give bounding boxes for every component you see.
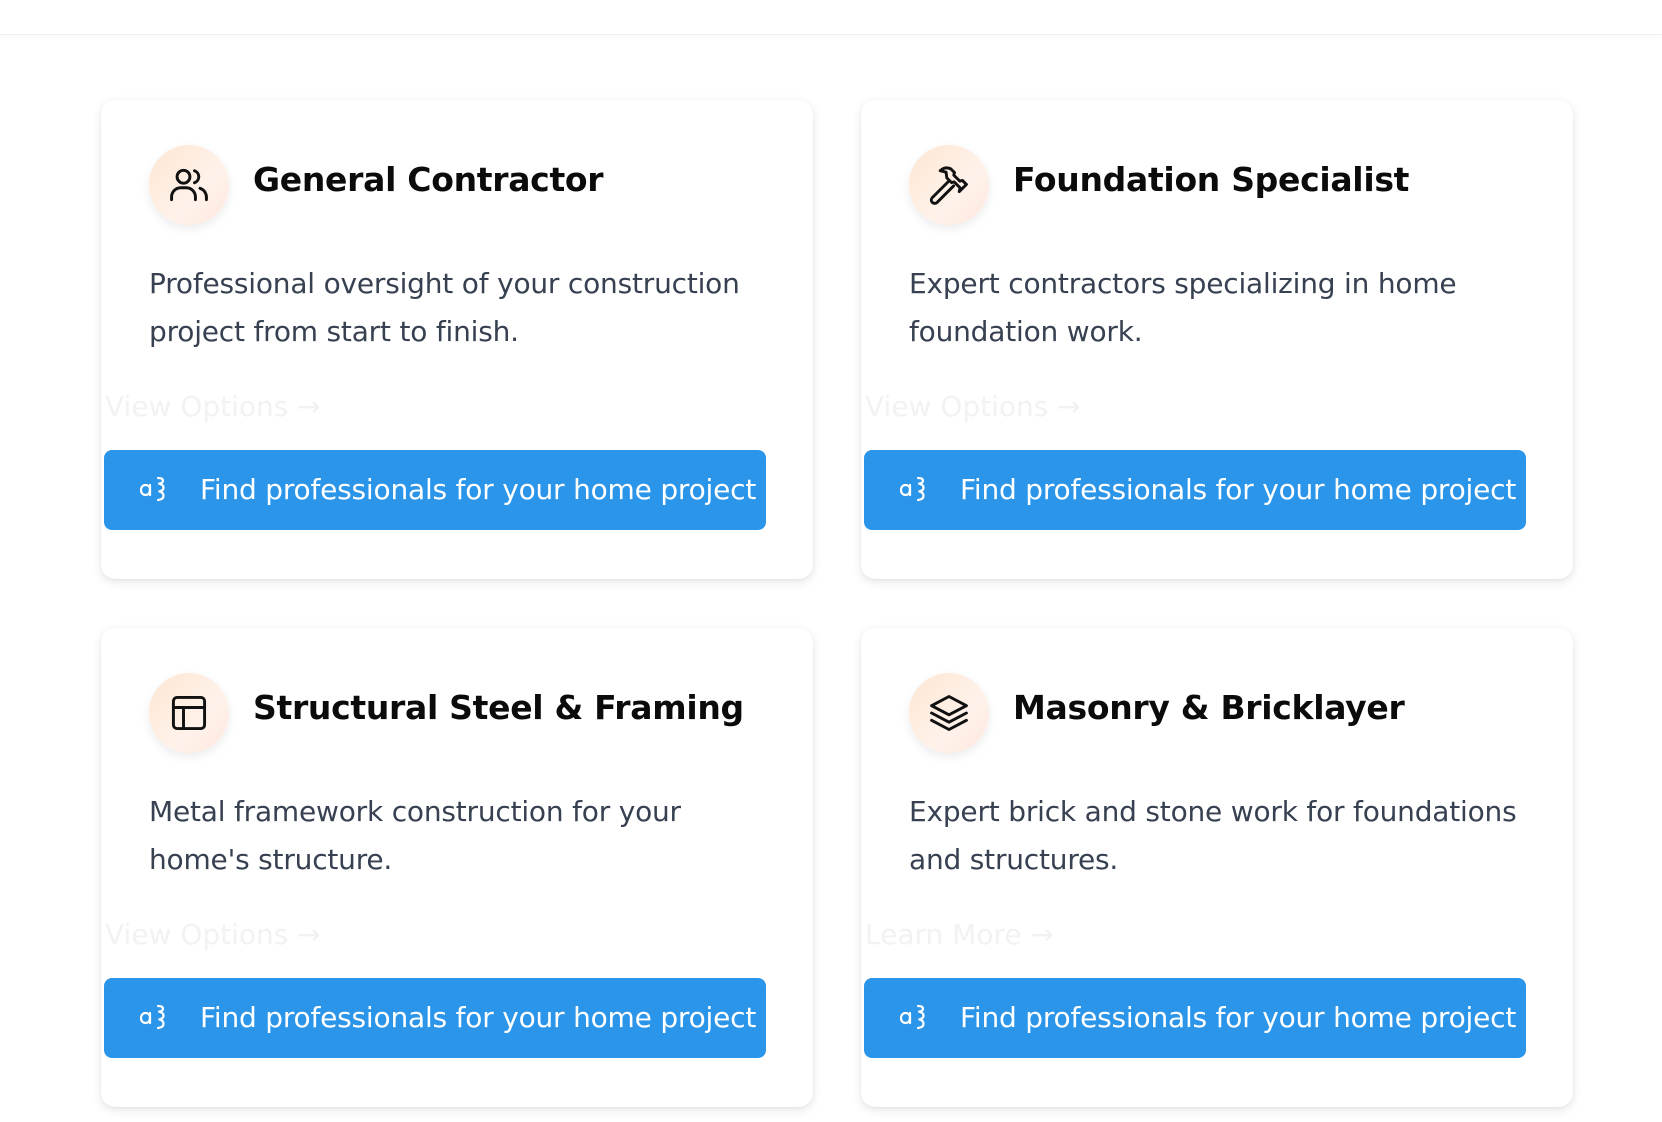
- view-options-link[interactable]: View Options →: [105, 918, 321, 951]
- icon-badge: [149, 145, 229, 225]
- card-description: Expert contractors specializing in home …: [909, 267, 1457, 348]
- find-professionals-label: Find professionals for your home project: [200, 473, 757, 506]
- service-cards-grid: General Contractor Professional oversigh…: [101, 100, 1573, 1107]
- service-card-structural-steel: Structural Steel & Framing Metal framewo…: [101, 628, 813, 1107]
- card-title: Foundation Specialist: [1013, 160, 1410, 199]
- top-header-bar: [0, 0, 1662, 35]
- find-professionals-button[interactable]: Find professionals for your home project: [104, 978, 766, 1058]
- find-professionals-label: Find professionals for your home project: [960, 1001, 1517, 1034]
- card-description: Metal framework construction for your ho…: [149, 795, 681, 876]
- translate-icon: [899, 1004, 925, 1030]
- card-description: Expert brick and stone work for foundati…: [909, 795, 1517, 876]
- find-professionals-button[interactable]: Find professionals for your home project: [864, 978, 1526, 1058]
- translate-icon: [139, 476, 165, 502]
- card-title: Masonry & Bricklayer: [1013, 688, 1405, 727]
- find-professionals-button[interactable]: Find professionals for your home project: [104, 450, 766, 530]
- find-professionals-label: Find professionals for your home project: [200, 1001, 757, 1034]
- hammer-icon: [929, 166, 968, 205]
- users-icon: [170, 168, 208, 202]
- translate-icon: [139, 1004, 165, 1030]
- card-title: General Contractor: [253, 160, 604, 199]
- layers-icon: [930, 695, 968, 731]
- icon-badge: [909, 145, 989, 225]
- service-card-masonry: Masonry & Bricklayer Expert brick and st…: [861, 628, 1573, 1107]
- card-title: Structural Steel & Framing: [253, 688, 744, 727]
- find-professionals-label: Find professionals for your home project: [960, 473, 1517, 506]
- find-professionals-button[interactable]: Find professionals for your home project: [864, 450, 1526, 530]
- learn-more-link[interactable]: Learn More →: [865, 918, 1054, 951]
- service-card-foundation-specialist: Foundation Specialist Expert contractors…: [861, 100, 1573, 579]
- translate-icon: [899, 476, 925, 502]
- icon-badge: [909, 673, 989, 753]
- layout-icon: [171, 695, 207, 731]
- view-options-link[interactable]: View Options →: [865, 390, 1081, 423]
- card-description: Professional oversight of your construct…: [149, 267, 740, 348]
- service-card-general-contractor: General Contractor Professional oversigh…: [101, 100, 813, 579]
- icon-badge: [149, 673, 229, 753]
- view-options-link[interactable]: View Options →: [105, 390, 321, 423]
